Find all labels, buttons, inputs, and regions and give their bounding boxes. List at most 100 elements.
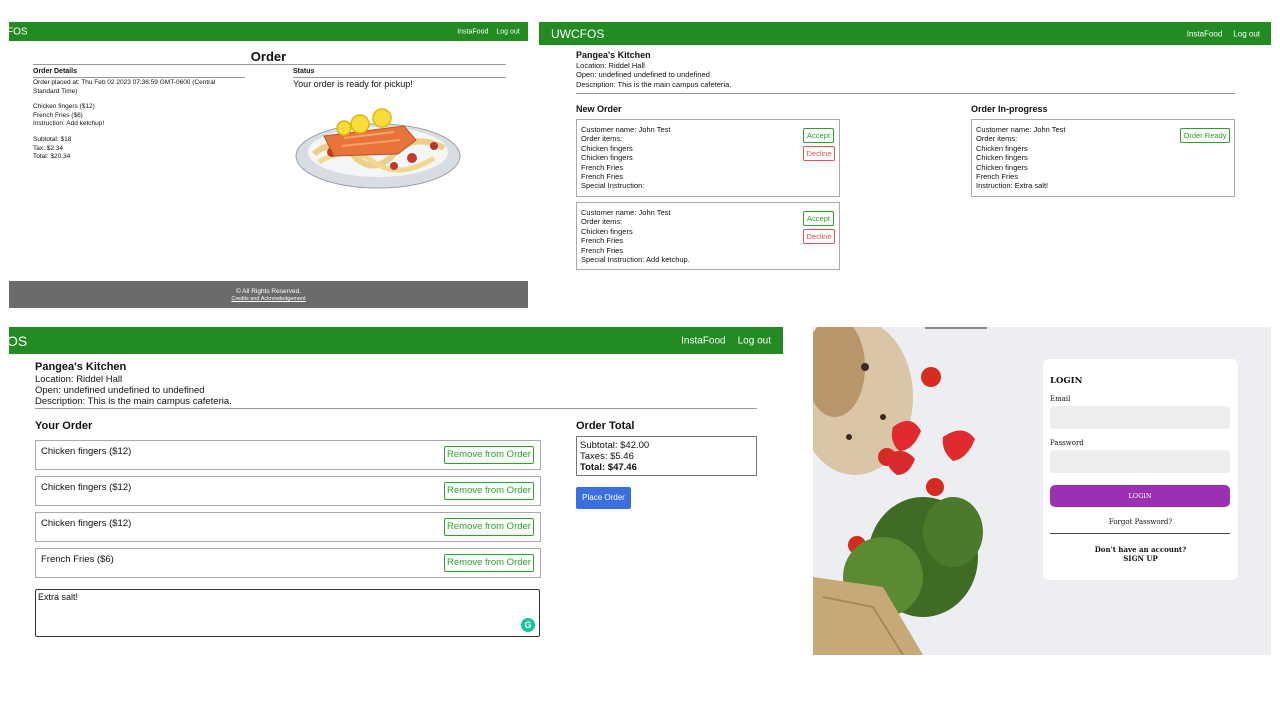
- email-field[interactable]: [1050, 406, 1230, 429]
- order-item: Chicken fingers: [581, 143, 633, 153]
- order-item: Chicken fingers: [581, 226, 633, 236]
- nav-link-logout[interactable]: Log out: [1233, 29, 1260, 38]
- info-divider: [576, 93, 1235, 94]
- customer-name: Customer name: John Test: [976, 125, 1066, 134]
- footer: © All Rights Reserved. Credits and Ackno…: [9, 281, 528, 308]
- order-details-heading: Order Details: [33, 68, 77, 75]
- new-order-card: Customer name: John Test Order items: Ch…: [576, 202, 840, 270]
- order-item-row: Chicken fingers ($12) Remove from Order: [35, 512, 541, 542]
- lemon-slice: [336, 120, 352, 136]
- order-item-row: Chicken fingers ($12) Remove from Order: [35, 440, 541, 470]
- email-label: Email: [1050, 395, 1071, 403]
- order-item: Chicken fingers: [976, 143, 1028, 153]
- order-placed-text: Order placed at: Thu Feb 02 2023 07:36:5…: [33, 79, 216, 95]
- tomato: [390, 162, 398, 170]
- tomato: [407, 153, 417, 163]
- order-total-lines: Subtotal: $42.00 Taxes: $5.46 Total: $47…: [580, 440, 649, 473]
- restaurant-name: Pangea's Kitchen: [35, 361, 127, 373]
- tomato: [921, 367, 941, 387]
- brand-logo[interactable]: OS: [9, 333, 27, 349]
- navbar: OS InstaFood Log out: [9, 327, 783, 354]
- special-instruction: Special Instruction: Add ketchup.: [581, 255, 690, 265]
- password-field[interactable]: [1050, 450, 1230, 473]
- nav-link-instafood[interactable]: InstaFood: [1187, 29, 1223, 38]
- instructions-value: Extra salt!: [38, 592, 79, 602]
- kitchen-dashboard-panel: UWCFOS InstaFood Log out Pangea's Kitche…: [539, 22, 1271, 277]
- special-instruction: Instruction: Extra salt!: [976, 181, 1049, 191]
- footer-credits-link[interactable]: Credits and Acknowledgement: [9, 296, 528, 302]
- status-heading: Status: [293, 68, 315, 75]
- navbar: FOS InstaFood Log out T: [9, 22, 528, 41]
- restaurant-description: Description: This is the main campus caf…: [35, 396, 232, 407]
- login-panel: LOGIN Email Password LOGIN Forgot Passwo…: [813, 327, 1271, 655]
- remove-from-order-button[interactable]: Remove from Order: [444, 482, 534, 500]
- navbar: UWCFOS InstaFood Log out: [539, 22, 1271, 45]
- nav-link-logout[interactable]: Log out: [738, 335, 771, 346]
- order-ready-button[interactable]: Order Ready: [1180, 128, 1230, 143]
- remove-from-order-button[interactable]: Remove from Order: [444, 554, 534, 572]
- inprogress-heading: Order In-progress: [971, 104, 1048, 114]
- brand-logo[interactable]: FOS: [9, 26, 28, 37]
- order-item: French Fries: [581, 236, 624, 246]
- lemon-slice: [372, 108, 392, 128]
- order-item: Chicken fingers: [976, 153, 1028, 163]
- page-title: Order: [250, 49, 287, 64]
- nav-link-instafood[interactable]: InstaFood: [681, 335, 725, 346]
- nav-link-logout[interactable]: Log out: [496, 28, 519, 35]
- order-items-label: Order items:: [581, 217, 623, 227]
- nav-links: InstaFood Log out T: [457, 28, 528, 35]
- order-item: Chicken fingers ($12): [33, 103, 95, 110]
- decline-button[interactable]: Decline: [803, 146, 835, 161]
- order-item: French Fries ($6): [33, 111, 83, 119]
- restaurant-location: Location: Riddel Hall: [576, 60, 645, 70]
- order-item: Chicken fingers: [581, 153, 633, 163]
- order-item-label: Chicken fingers ($12): [41, 482, 132, 493]
- restaurant-name: Pangea's Kitchen: [576, 50, 651, 60]
- lemon-slice: [350, 114, 370, 134]
- order-total-heading: Order Total: [576, 420, 635, 432]
- order-card-text: Customer name: John Test Order items: Ch…: [581, 125, 671, 191]
- top-edge-tab: [925, 327, 987, 329]
- restaurant-hours: Open: undefined undefined to undefined: [35, 385, 205, 396]
- raisin: [880, 414, 886, 420]
- remove-from-order-button[interactable]: Remove from Order: [444, 446, 534, 464]
- raisin: [846, 434, 852, 440]
- nav-link-instafood[interactable]: InstaFood: [457, 28, 488, 35]
- restaurant-info: Pangea's Kitchen Location: Riddel Hall O…: [35, 361, 232, 407]
- order-item: Chicken fingers: [976, 162, 1028, 172]
- login-card: LOGIN Email Password LOGIN Forgot Passwo…: [1043, 359, 1238, 580]
- order-card-text: Customer name: John Test Order items: Ch…: [976, 125, 1066, 191]
- your-order-heading: Your Order: [35, 420, 93, 432]
- customer-name: Customer name: John Test: [581, 208, 671, 217]
- place-order-button[interactable]: Place Order: [576, 487, 631, 509]
- decline-button[interactable]: Decline: [803, 229, 835, 244]
- tax-text: Tax: $2.34: [33, 144, 63, 152]
- sign-up-link[interactable]: SIGN UP: [1043, 554, 1238, 563]
- brand-logo[interactable]: UWCFOS: [551, 27, 604, 41]
- title-divider: [33, 64, 506, 65]
- login-button[interactable]: LOGIN: [1050, 485, 1230, 507]
- order-item: French Fries: [581, 162, 624, 172]
- taxes-text: Taxes: $5.46: [580, 451, 634, 462]
- grammar-assistant-icon[interactable]: G: [521, 618, 535, 632]
- accept-button[interactable]: Accept: [803, 128, 834, 143]
- restaurant-description: Description: This is the main campus caf…: [576, 79, 732, 89]
- order-items-label: Order items:: [581, 134, 623, 144]
- forgot-password-link[interactable]: Forgot Password?: [1043, 518, 1238, 526]
- restaurant-location: Location: Riddel Hall: [35, 374, 123, 385]
- total-text: Total: $47.46: [580, 462, 637, 473]
- order-item-row: French Fries ($6) Remove from Order: [35, 548, 541, 578]
- order-status-panel: FOS InstaFood Log out T Order Order Deta…: [9, 22, 528, 308]
- remove-from-order-button[interactable]: Remove from Order: [444, 518, 534, 536]
- tomato: [926, 478, 944, 496]
- login-divider: [1050, 533, 1230, 534]
- food-dish-image: [295, 108, 461, 189]
- order-item: French Fries: [581, 172, 624, 182]
- special-instructions-textarea[interactable]: Extra salt! G: [35, 589, 540, 637]
- subtotal-text: Subtotal: $18: [33, 136, 72, 143]
- accept-button[interactable]: Accept: [803, 211, 834, 226]
- customer-name: Customer name: John Test: [581, 125, 671, 134]
- order-item-label: Chicken fingers ($12): [41, 446, 132, 457]
- order-item: French Fries: [581, 245, 624, 255]
- tomato: [430, 142, 438, 150]
